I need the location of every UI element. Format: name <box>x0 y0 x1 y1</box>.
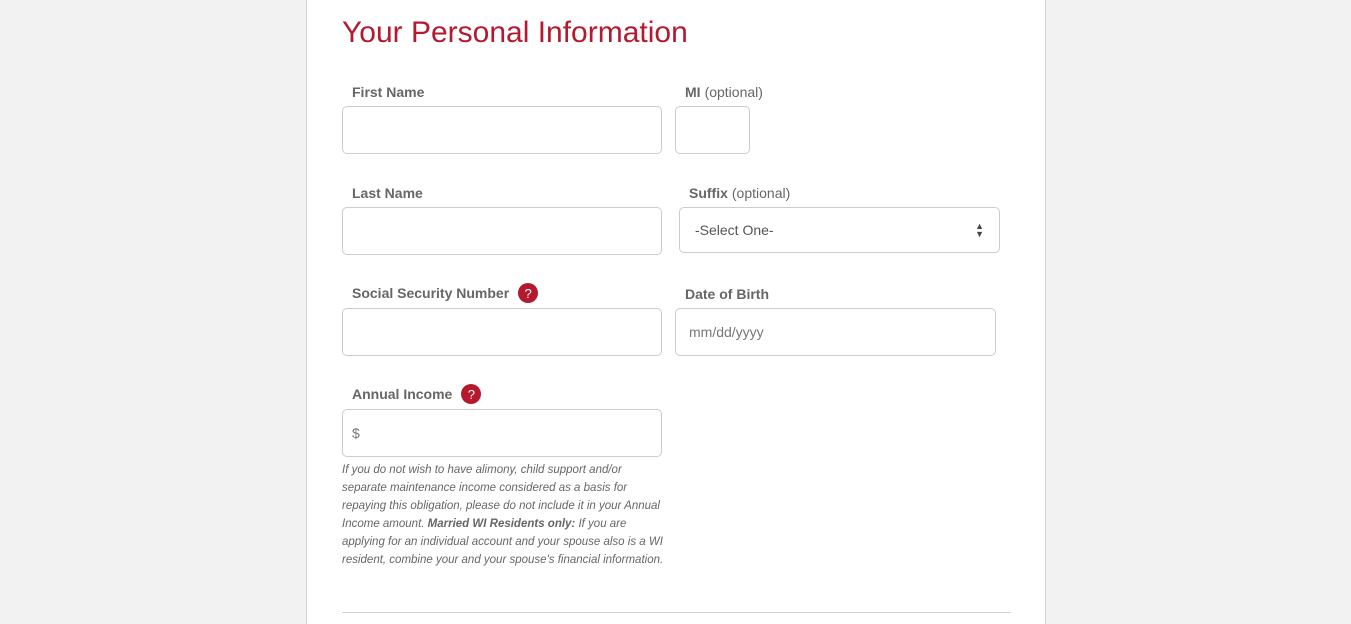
annual-income-input[interactable] <box>342 409 662 457</box>
suffix-select[interactable]: -Select One- ▲ ▼ <box>679 207 1000 253</box>
first-name-input[interactable] <box>342 106 662 154</box>
suffix-label-text: Suffix <box>689 185 728 201</box>
ssn-input[interactable] <box>342 308 662 356</box>
annual-income-help-icon[interactable]: ? <box>461 384 482 404</box>
ssn-help-icon[interactable]: ? <box>518 283 539 303</box>
last-name-input[interactable] <box>342 207 662 255</box>
annual-income-label-text: Annual Income <box>352 386 453 402</box>
ssn-label-text: Social Security Number <box>352 285 510 301</box>
section-divider <box>342 612 1011 613</box>
ssn-label: Social Security Number ? <box>352 283 539 303</box>
annual-income-label: Annual Income ? <box>352 384 482 404</box>
last-name-label: Last Name <box>352 185 423 201</box>
currency-prefix: $ <box>352 425 360 441</box>
dob-label-text: Date of Birth <box>685 286 769 302</box>
income-note: If you do not wish to have alimony, chil… <box>342 461 667 569</box>
form-card: Your Personal Information First Name MI … <box>306 0 1046 624</box>
suffix-label: Suffix (optional) <box>689 185 790 201</box>
page-title: Your Personal Information <box>342 16 688 49</box>
mi-input[interactable] <box>675 106 750 154</box>
mi-label: MI (optional) <box>685 84 763 100</box>
sort-arrows-icon: ▲ ▼ <box>975 221 984 239</box>
dob-input[interactable] <box>675 308 996 356</box>
dob-label: Date of Birth <box>685 286 769 302</box>
suffix-selected-value: -Select One- <box>695 222 774 238</box>
first-name-label-text: First Name <box>352 84 425 100</box>
mi-optional-text: (optional) <box>704 84 763 100</box>
suffix-optional-text: (optional) <box>731 185 791 201</box>
income-note-bold: Married WI Residents only: <box>427 518 576 530</box>
first-name-label: First Name <box>352 84 424 100</box>
last-name-label-text: Last Name <box>352 185 423 201</box>
mi-label-text: MI <box>685 84 701 100</box>
